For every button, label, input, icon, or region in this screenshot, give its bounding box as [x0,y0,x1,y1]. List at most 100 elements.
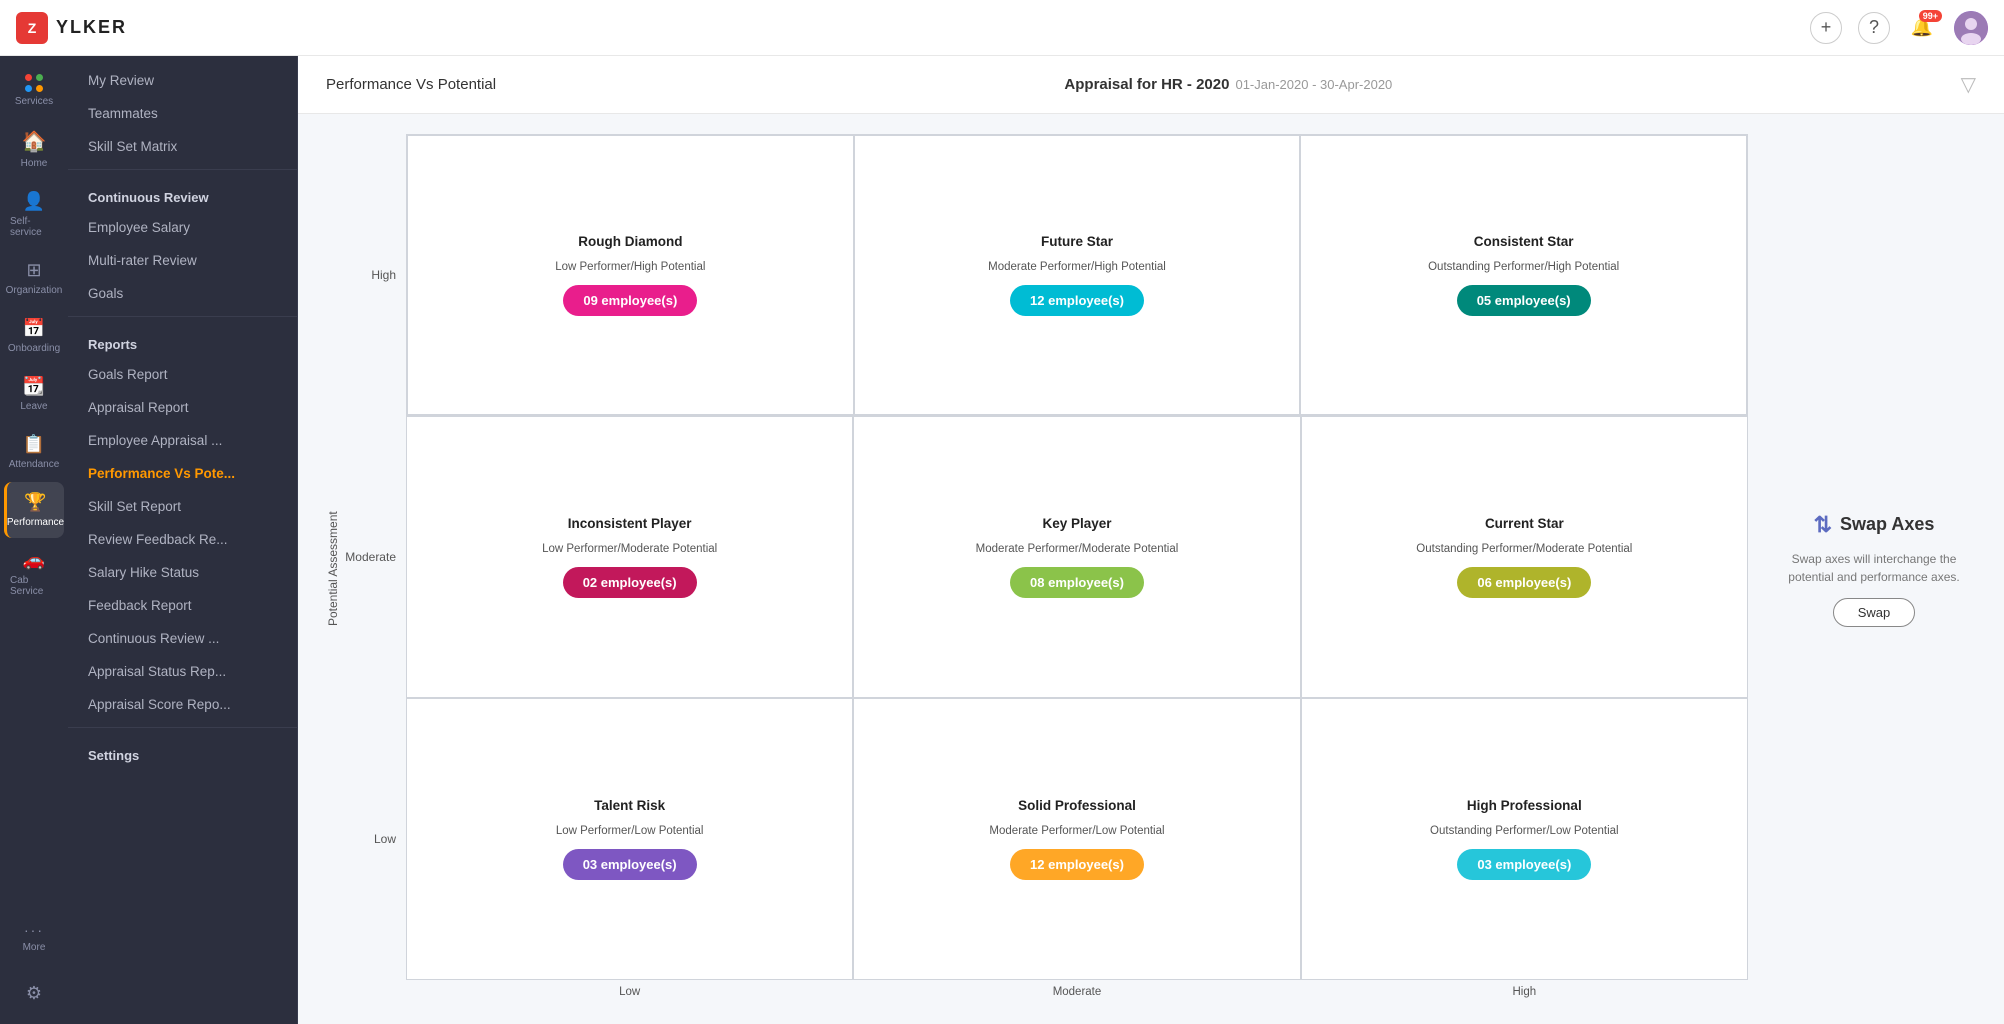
content-left-title: Performance Vs Potential [326,76,496,93]
add-icon[interactable]: + [1810,12,1842,44]
appraisal-score-report-label: Appraisal Score Repo... [88,697,231,712]
matrix-cell-solid-professional[interactable]: Solid Professional Moderate Performer/Lo… [853,698,1300,980]
consistent-star-title: Consistent Star [1474,234,1574,249]
sidebar-item-cab-service[interactable]: 🚗 Cab Service [4,540,64,607]
row-label-low: Low [348,698,406,980]
swap-title: ⇅ Swap Axes [1814,512,1935,538]
matrix-row-low: Low Talent Risk Low Performer/Low Potent… [348,698,1748,980]
matrix-cell-high-professional[interactable]: High Professional Outstanding Performer/… [1301,698,1748,980]
continuous-review-report-label: Continuous Review ... [88,631,219,646]
sidebar-item-attendance[interactable]: 📋 Attendance [4,424,64,480]
icon-sidebar: Services 🏠 Home 👤 Self-service ⊞ Organiz… [0,56,68,1024]
content-header: Performance Vs Potential Appraisal for H… [298,56,2004,114]
salary-hike-status-label: Salary Hike Status [88,565,199,580]
skill-set-matrix-label: Skill Set Matrix [88,139,177,154]
sidebar-item-services-label: Services [15,96,53,107]
swap-title-label: Swap Axes [1840,514,1934,535]
x-axis-labels: Low Moderate High [348,980,1748,1004]
leave-icon: 📆 [23,376,45,397]
sidebar-item-onboarding[interactable]: 📅 Onboarding [4,308,64,364]
inconsistent-player-title: Inconsistent Player [568,516,692,531]
high-professional-badge[interactable]: 03 employee(s) [1457,849,1591,880]
matrix-grid-high: Rough Diamond Low Performer/High Potenti… [406,134,1748,416]
rough-diamond-badge[interactable]: 09 employee(s) [563,285,697,316]
onboarding-icon: 📅 [23,318,45,339]
inconsistent-player-badge[interactable]: 02 employee(s) [563,567,697,598]
sidebar-item-settings[interactable]: ⚙ [4,973,64,1014]
key-player-badge[interactable]: 08 employee(s) [1010,567,1144,598]
nav-item-goals-report[interactable]: Goals Report [68,358,297,391]
goals-label: Goals [88,286,123,301]
matrix-container: Potential Assessment High Rough Diamond … [318,134,1748,1004]
sidebar-item-leave-label: Leave [20,401,47,412]
rough-diamond-subtitle: Low Performer/High Potential [555,259,705,275]
matrix-cell-key-player[interactable]: Key Player Moderate Performer/Moderate P… [853,416,1300,698]
settings-icon: ⚙ [26,983,42,1004]
sidebar-item-more[interactable]: ··· More [4,912,64,963]
sidebar-item-more-label: More [23,942,46,953]
nav-item-my-review[interactable]: My Review [68,64,297,97]
nav-header-settings: Settings [68,736,297,769]
solid-professional-badge[interactable]: 12 employee(s) [1010,849,1144,880]
sidebar-item-home[interactable]: 🏠 Home [4,119,64,179]
current-star-badge[interactable]: 06 employee(s) [1457,567,1591,598]
future-star-badge[interactable]: 12 employee(s) [1010,285,1144,316]
content-center-title: Appraisal for HR - 2020 [1064,76,1229,93]
logo-text: YLKER [56,17,127,38]
consistent-star-badge[interactable]: 05 employee(s) [1457,285,1591,316]
matrix-cell-rough-diamond[interactable]: Rough Diamond Low Performer/High Potenti… [407,135,854,415]
key-player-subtitle: Moderate Performer/Moderate Potential [976,541,1179,557]
nav-item-skill-set-report[interactable]: Skill Set Report [68,490,297,523]
my-review-label: My Review [88,73,154,88]
matrix-cell-future-star[interactable]: Future Star Moderate Performer/High Pote… [854,135,1301,415]
nav-item-multi-rater-review[interactable]: Multi-rater Review [68,244,297,277]
nav-item-goals[interactable]: Goals [68,277,297,310]
sidebar-item-services[interactable]: Services [4,64,64,117]
matrix-row-moderate: Moderate Inconsistent Player Low Perform… [348,416,1748,698]
sidebar-item-self-service[interactable]: 👤 Self-service [4,181,64,248]
nav-item-appraisal-score-report[interactable]: Appraisal Score Repo... [68,688,297,721]
nav-header-continuous-review: Continuous Review [68,178,297,211]
filter-icon[interactable]: ▽ [1961,72,1976,97]
x-label-low: Low [406,980,853,1004]
sidebar-item-organization[interactable]: ⊞ Organization [4,250,64,306]
employee-salary-label: Employee Salary [88,220,190,235]
sidebar-item-performance[interactable]: 🏆 Performance [4,482,64,538]
nav-item-review-feedback[interactable]: Review Feedback Re... [68,523,297,556]
help-icon[interactable]: ? [1858,12,1890,44]
sidebar-item-performance-label: Performance [7,517,64,528]
nav-item-continuous-review-report[interactable]: Continuous Review ... [68,622,297,655]
swap-panel: ⇅ Swap Axes Swap axes will interchange t… [1764,134,1984,1004]
logo-icon: Z [16,12,48,44]
content-area: Performance Vs Potential Appraisal for H… [298,56,2004,1024]
nav-item-appraisal-report[interactable]: Appraisal Report [68,391,297,424]
matrix-cell-inconsistent-player[interactable]: Inconsistent Player Low Performer/Modera… [406,416,853,698]
nav-section-settings: Settings [68,736,297,769]
talent-risk-badge[interactable]: 03 employee(s) [563,849,697,880]
swap-axes-icon: ⇅ [1814,512,1832,538]
organization-icon: ⊞ [26,260,41,281]
goals-report-label: Goals Report [88,367,168,382]
nav-item-teammates[interactable]: Teammates [68,97,297,130]
nav-item-employee-appraisal[interactable]: Employee Appraisal ... [68,424,297,457]
reports-section-label: Reports [88,337,137,352]
notification-icon[interactable]: 🔔 99+ [1906,12,1938,44]
swap-button[interactable]: Swap [1833,598,1916,627]
appraisal-status-report-label: Appraisal Status Rep... [88,664,226,679]
nav-item-appraisal-status-report[interactable]: Appraisal Status Rep... [68,655,297,688]
talent-risk-subtitle: Low Performer/Low Potential [556,823,704,839]
matrix-cell-consistent-star[interactable]: Consistent Star Outstanding Performer/Hi… [1300,135,1747,415]
nav-item-performance-vs-potential[interactable]: Performance Vs Pote... [68,457,297,490]
matrix-cell-current-star[interactable]: Current Star Outstanding Performer/Moder… [1301,416,1748,698]
nav-item-skill-set-matrix[interactable]: Skill Set Matrix [68,130,297,163]
avatar[interactable] [1954,11,1988,45]
row-label-moderate: Moderate [348,416,406,698]
nav-item-employee-salary[interactable]: Employee Salary [68,211,297,244]
content-date-range: 01-Jan-2020 - 30-Apr-2020 [1235,77,1392,92]
future-star-title: Future Star [1041,234,1113,249]
sidebar-item-leave[interactable]: 📆 Leave [4,366,64,422]
sidebar-item-self-service-label: Self-service [10,216,58,238]
nav-item-feedback-report[interactable]: Feedback Report [68,589,297,622]
nav-item-salary-hike-status[interactable]: Salary Hike Status [68,556,297,589]
matrix-cell-talent-risk[interactable]: Talent Risk Low Performer/Low Potential … [406,698,853,980]
